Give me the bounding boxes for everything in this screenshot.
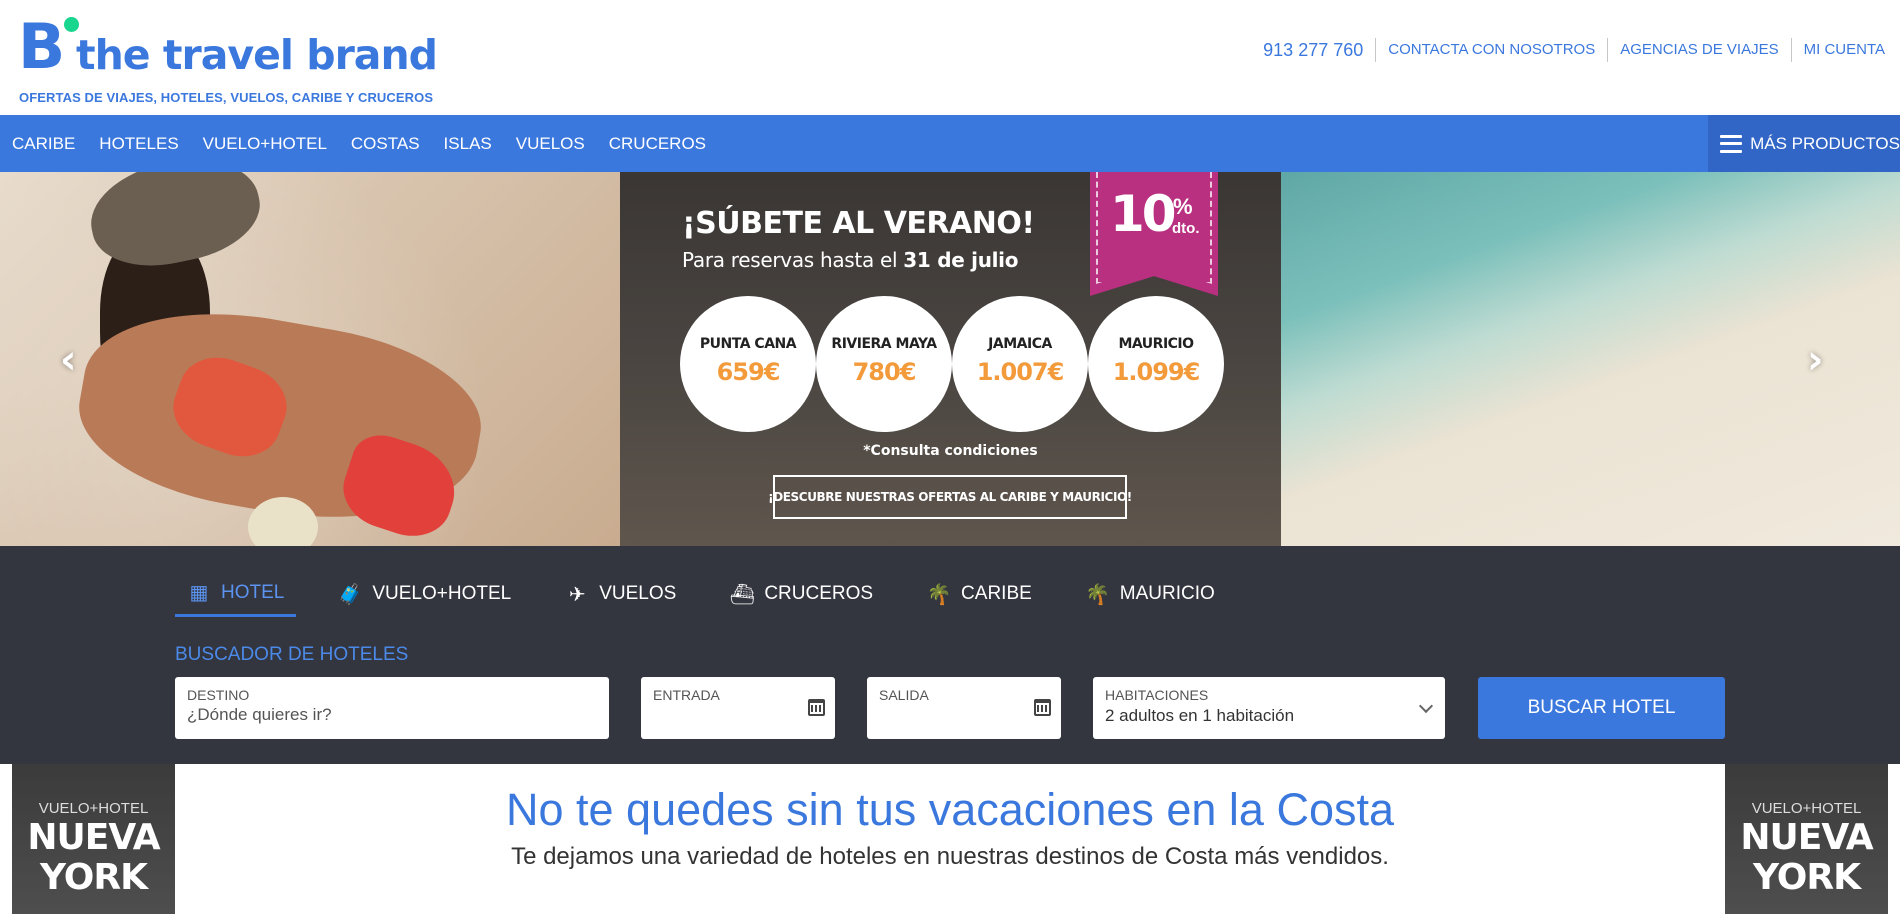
tab-hotel[interactable]: ▦ HOTEL [175,571,297,617]
rooms-value: 2 adultos en 1 habitación [1105,706,1295,725]
agencies-link[interactable]: AGENCIAS DE VIAJES [1607,38,1790,62]
side-banner-right[interactable]: VUELO+HOTEL NUEVA YORK [1725,764,1888,914]
nav-item-costas[interactable]: COSTAS [339,134,432,154]
promo-subline: Te dejamos una variedad de hoteles en nu… [511,843,1389,870]
suitcase-icon: 🧳 [337,583,363,606]
more-products-label: MÁS PRODUCTOS [1750,133,1900,153]
discount-value: 10 [1110,185,1177,243]
product-tabs: ▦ HOTEL 🧳 VUELO+HOTEL ✈ VUELOS ⛴ CRUCERO… [175,571,1257,617]
menu-icon [1720,134,1743,153]
tab-mauricio[interactable]: 🌴 MAURICIO [1074,571,1227,617]
carousel-prev-icon[interactable]: ‹ [60,340,76,380]
my-account-link[interactable]: MI CUENTA [1790,38,1885,62]
offer-mauricio[interactable]: MAURICIO 1.099€ [1088,296,1224,432]
hero-subtitle: Para reservas hasta el 31 de julio [682,248,1019,272]
ship-icon: ⛴ [729,583,756,606]
nav-item-hoteles[interactable]: HOTELES [87,134,190,154]
offer-circles: PUNTA CANA 659€ RIVIERA MAYA 780€ JAMAIC… [680,296,1224,432]
tab-caribe[interactable]: 🌴 CARIBE [915,571,1044,617]
carousel-next-icon[interactable]: › [1807,340,1823,380]
site-header: B the travel brand OFERTAS DE VIAJES, HO… [0,0,1900,115]
tab-vuelos[interactable]: ✈ VUELOS [553,571,688,617]
hero-carousel: ¡SÚBETE AL VERANO! Para reservas hasta e… [0,172,1900,546]
logo-letter: B [18,10,65,83]
rooms-label: HABITACIONES [1105,687,1209,703]
discount-suffix: dto. [1172,220,1200,237]
destination-input[interactable] [187,705,597,725]
nav-item-vuelos[interactable]: VUELOS [504,134,597,154]
conditions-note: *Consulta condiciones [863,443,1038,459]
palm-icon: 🌴 [926,583,952,606]
search-title: BUSCADOR DE HOTELES [175,644,409,665]
main-nav: CARIBE HOTELES VUELO+HOTEL COSTAS ISLAS … [0,115,1900,172]
discount-symbol: % [1173,194,1193,219]
hero-title: ¡SÚBETE AL VERANO! [682,206,1035,241]
nav-item-vuelo-hotel[interactable]: VUELO+HOTEL [191,134,339,154]
destination-label: DESTINO [187,687,250,703]
hero-photo-woman [0,172,620,546]
offer-punta-cana[interactable]: PUNTA CANA 659€ [680,296,816,432]
logo-text: the travel brand [76,31,438,79]
checkout-label: SALIDA [879,687,929,703]
search-hotel-button[interactable]: BUSCAR HOTEL [1478,677,1725,739]
tab-cruceros[interactable]: ⛴ CRUCEROS [718,571,885,617]
calendar-icon[interactable] [1034,699,1051,716]
contact-link[interactable]: CONTACTA CON NOSOTROS [1375,38,1607,62]
phone-link[interactable]: 913 277 760 [1263,40,1375,61]
palm-icon: 🌴 [1085,583,1111,606]
search-panel: ▦ HOTEL 🧳 VUELO+HOTEL ✈ VUELOS ⛴ CRUCERO… [0,546,1900,764]
checkin-field[interactable]: ENTRADA [641,677,835,739]
building-icon: ▦ [189,582,209,604]
offer-jamaica[interactable]: JAMAICA 1.007€ [952,296,1088,432]
promo-headline: No te quedes sin tus vacaciones en la Co… [505,784,1395,835]
hero-offer-panel[interactable]: ¡SÚBETE AL VERANO! Para reservas hasta e… [620,172,1281,546]
tagline: OFERTAS DE VIAJES, HOTELES, VUELOS, CARI… [19,90,434,105]
nav-item-cruceros[interactable]: CRUCEROS [597,134,718,154]
nav-item-islas[interactable]: ISLAS [432,134,504,154]
tab-vuelo-hotel[interactable]: 🧳 VUELO+HOTEL [326,571,523,617]
discount-ribbon: 10 % dto. [1090,172,1218,296]
destination-field[interactable]: DESTINO [175,677,609,739]
more-products-button[interactable]: MÁS PRODUCTOS [1708,115,1900,172]
calendar-icon[interactable] [808,699,825,716]
rooms-select[interactable]: HABITACIONES 2 adultos en 1 habitación [1093,677,1445,739]
discover-offers-button[interactable]: ¡DESCUBRE NUESTRAS OFERTAS AL CARIBE Y M… [768,475,1132,519]
top-links: 913 277 760 CONTACTA CON NOSOTROS AGENCI… [1263,38,1885,62]
checkout-field[interactable]: SALIDA [867,677,1061,739]
nav-item-caribe[interactable]: CARIBE [0,134,87,154]
promo-section: VUELO+HOTEL NUEVA YORK No te quedes sin … [0,764,1900,914]
offer-riviera-maya[interactable]: RIVIERA MAYA 780€ [816,296,952,432]
plane-icon: ✈ [568,583,586,606]
checkin-label: ENTRADA [653,687,720,703]
